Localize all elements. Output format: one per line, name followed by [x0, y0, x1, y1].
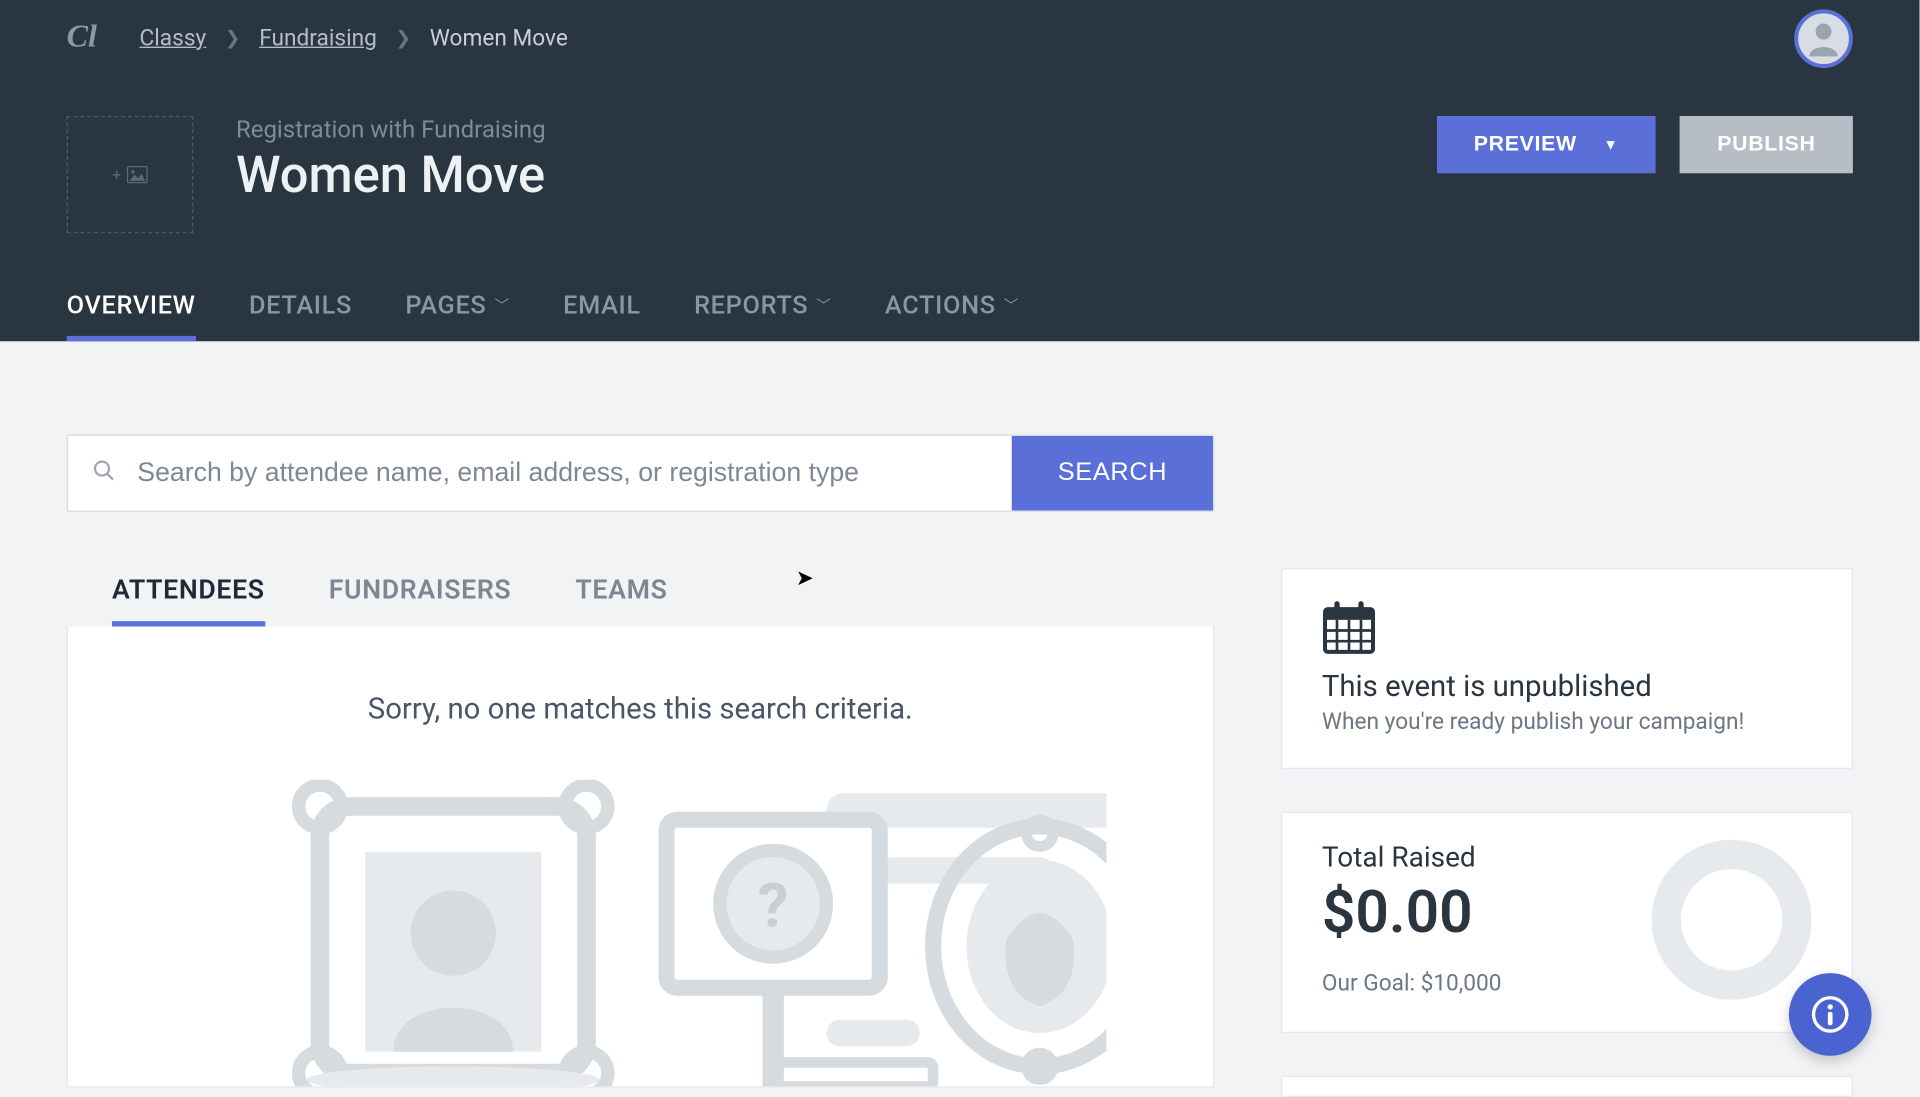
total-raised-label: Total Raised — [1322, 842, 1502, 874]
chevron-down-icon: ﹀ — [494, 294, 509, 315]
chevron-down-icon: ﹀ — [1004, 294, 1019, 315]
search-bar: SEARCH — [67, 435, 1214, 512]
svg-text:?: ? — [758, 869, 789, 941]
nav-tab-pages[interactable]: PAGES﹀ — [405, 289, 509, 341]
nav-tab-actions[interactable]: ACTIONS﹀ — [885, 289, 1019, 341]
image-icon — [127, 165, 148, 184]
search-input[interactable] — [137, 458, 988, 489]
card-stub — [1281, 1076, 1853, 1097]
caret-down-icon: ▼ — [1603, 137, 1618, 153]
goal-label: Our Goal: $10,000 — [1322, 970, 1502, 997]
empty-state-message: Sorry, no one matches this search criter… — [68, 693, 1213, 726]
event-status-subtitle: When you're ready publish your campaign! — [1322, 709, 1812, 736]
chevron-right-icon: ❯ — [395, 27, 411, 48]
page-header: + Registration with Fundraising Women Mo… — [0, 76, 1920, 341]
event-status-title: This event is unpublished — [1322, 670, 1812, 703]
preview-button[interactable]: PREVIEW ▼ — [1436, 116, 1656, 173]
sub-tab-teams[interactable]: TEAMS — [575, 573, 667, 626]
cursor-icon: ➤ — [796, 565, 814, 590]
breadcrumb-current: Women Move — [430, 25, 568, 52]
calendar-icon — [1322, 599, 1812, 660]
breadcrumb: Classy ❯ Fundraising ❯ Women Move — [140, 25, 568, 52]
chevron-down-icon: ﹀ — [816, 294, 831, 315]
nav-tab-overview[interactable]: OVERVIEW — [67, 289, 196, 341]
breadcrumb-root[interactable]: Classy — [140, 25, 207, 52]
empty-state-illustration: ? — [68, 780, 1213, 1087]
logo[interactable]: Cl — [67, 20, 97, 56]
help-fab[interactable] — [1789, 973, 1872, 1056]
nav-tab-email[interactable]: EMAIL — [563, 289, 641, 341]
nav-tab-details[interactable]: DETAILS — [249, 289, 352, 341]
event-status-card: This event is unpublished When you're re… — [1281, 568, 1853, 769]
info-icon — [1810, 994, 1850, 1034]
sub-tab-attendees[interactable]: ATTENDEES — [112, 573, 265, 626]
results-panel: Sorry, no one matches this search criter… — [67, 627, 1214, 1088]
breadcrumb-section[interactable]: Fundraising — [259, 25, 377, 52]
progress-donut — [1652, 840, 1812, 1000]
nav-tab-reports[interactable]: REPORTS﹀ — [694, 289, 832, 341]
search-icon — [92, 459, 116, 488]
sub-tabs: ATTENDEES FUNDRAISERS TEAMS — [67, 573, 1214, 626]
publish-button[interactable]: PUBLISH — [1680, 116, 1853, 173]
campaign-image-placeholder[interactable]: + — [67, 116, 194, 233]
plus-icon: + — [112, 165, 121, 184]
nav-tabs: OVERVIEW DETAILS PAGES﹀ EMAIL REPORTS﹀ ACTION… — [67, 289, 1853, 341]
total-raised-card: Total Raised $0.00 Our Goal: $10,000 — [1281, 812, 1853, 1033]
total-raised-amount: $0.00 — [1322, 877, 1502, 946]
top-bar: Cl Classy ❯ Fundraising ❯ Women Move — [0, 0, 1920, 76]
campaign-type-label: Registration with Fundraising — [236, 116, 546, 144]
chevron-right-icon: ❯ — [225, 27, 241, 48]
campaign-title: Women Move — [236, 147, 546, 206]
user-avatar[interactable] — [1794, 9, 1853, 68]
sub-tab-fundraisers[interactable]: FUNDRAISERS — [329, 573, 512, 626]
search-button[interactable]: SEARCH — [1012, 436, 1212, 511]
person-icon — [1802, 17, 1845, 60]
